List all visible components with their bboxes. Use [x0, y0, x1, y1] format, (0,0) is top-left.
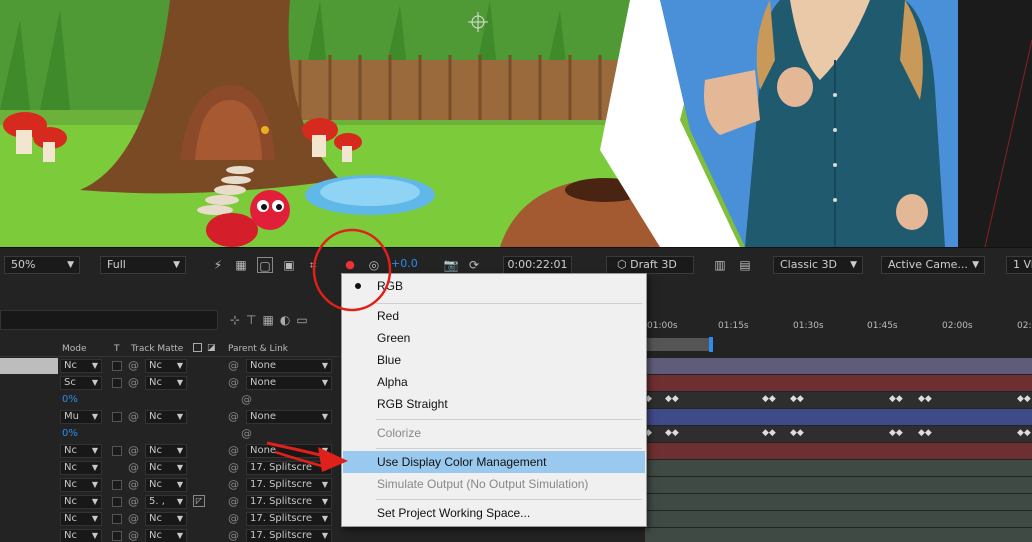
annotation-overlay — [266, 228, 392, 472]
red-arrowhead-icon — [318, 447, 348, 472]
red-circle-annotation — [312, 228, 392, 312]
